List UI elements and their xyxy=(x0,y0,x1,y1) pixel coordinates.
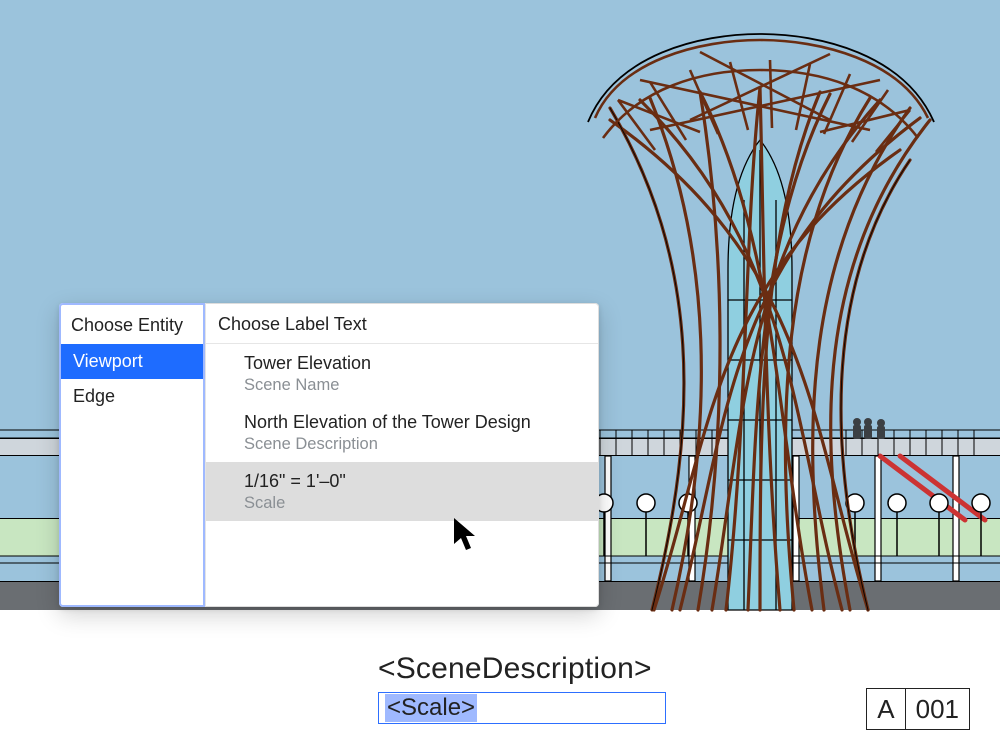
entity-option-viewport[interactable]: Viewport xyxy=(61,344,203,379)
entity-list: Choose Entity Viewport Edge xyxy=(59,303,205,607)
label-key: Scale xyxy=(244,493,586,514)
entity-option-edge[interactable]: Edge xyxy=(61,379,203,414)
autotext-panel: Choose Entity Viewport Edge Choose Label… xyxy=(59,303,599,607)
label-key: Scene Name xyxy=(244,375,586,396)
autotext-tag-scale-field[interactable]: <Scale> xyxy=(378,692,666,724)
label-option-scene-name[interactable]: Tower Elevation Scene Name xyxy=(206,344,598,403)
sheet-number[interactable]: 001 xyxy=(906,688,970,730)
autotext-tag-scene-description[interactable]: <SceneDescription> xyxy=(378,652,652,686)
label-option-scale[interactable]: 1/16" = 1'–0" Scale xyxy=(206,462,598,521)
label-list: Choose Label Text Tower Elevation Scene … xyxy=(205,303,599,607)
label-value: North Elevation of the Tower Design xyxy=(244,411,586,434)
label-header: Choose Label Text xyxy=(206,304,598,344)
cursor-icon xyxy=(452,516,478,552)
label-value: 1/16" = 1'–0" xyxy=(244,470,586,493)
label-value: Tower Elevation xyxy=(244,352,586,375)
label-key: Scene Description xyxy=(244,434,586,455)
sheet-letter[interactable]: A xyxy=(866,688,905,730)
autotext-tag-scale: <Scale> xyxy=(385,694,477,722)
sheet-number-block: A 001 xyxy=(866,688,970,730)
entity-header: Choose Entity xyxy=(61,305,203,344)
label-option-scene-description[interactable]: North Elevation of the Tower Design Scen… xyxy=(206,403,598,462)
